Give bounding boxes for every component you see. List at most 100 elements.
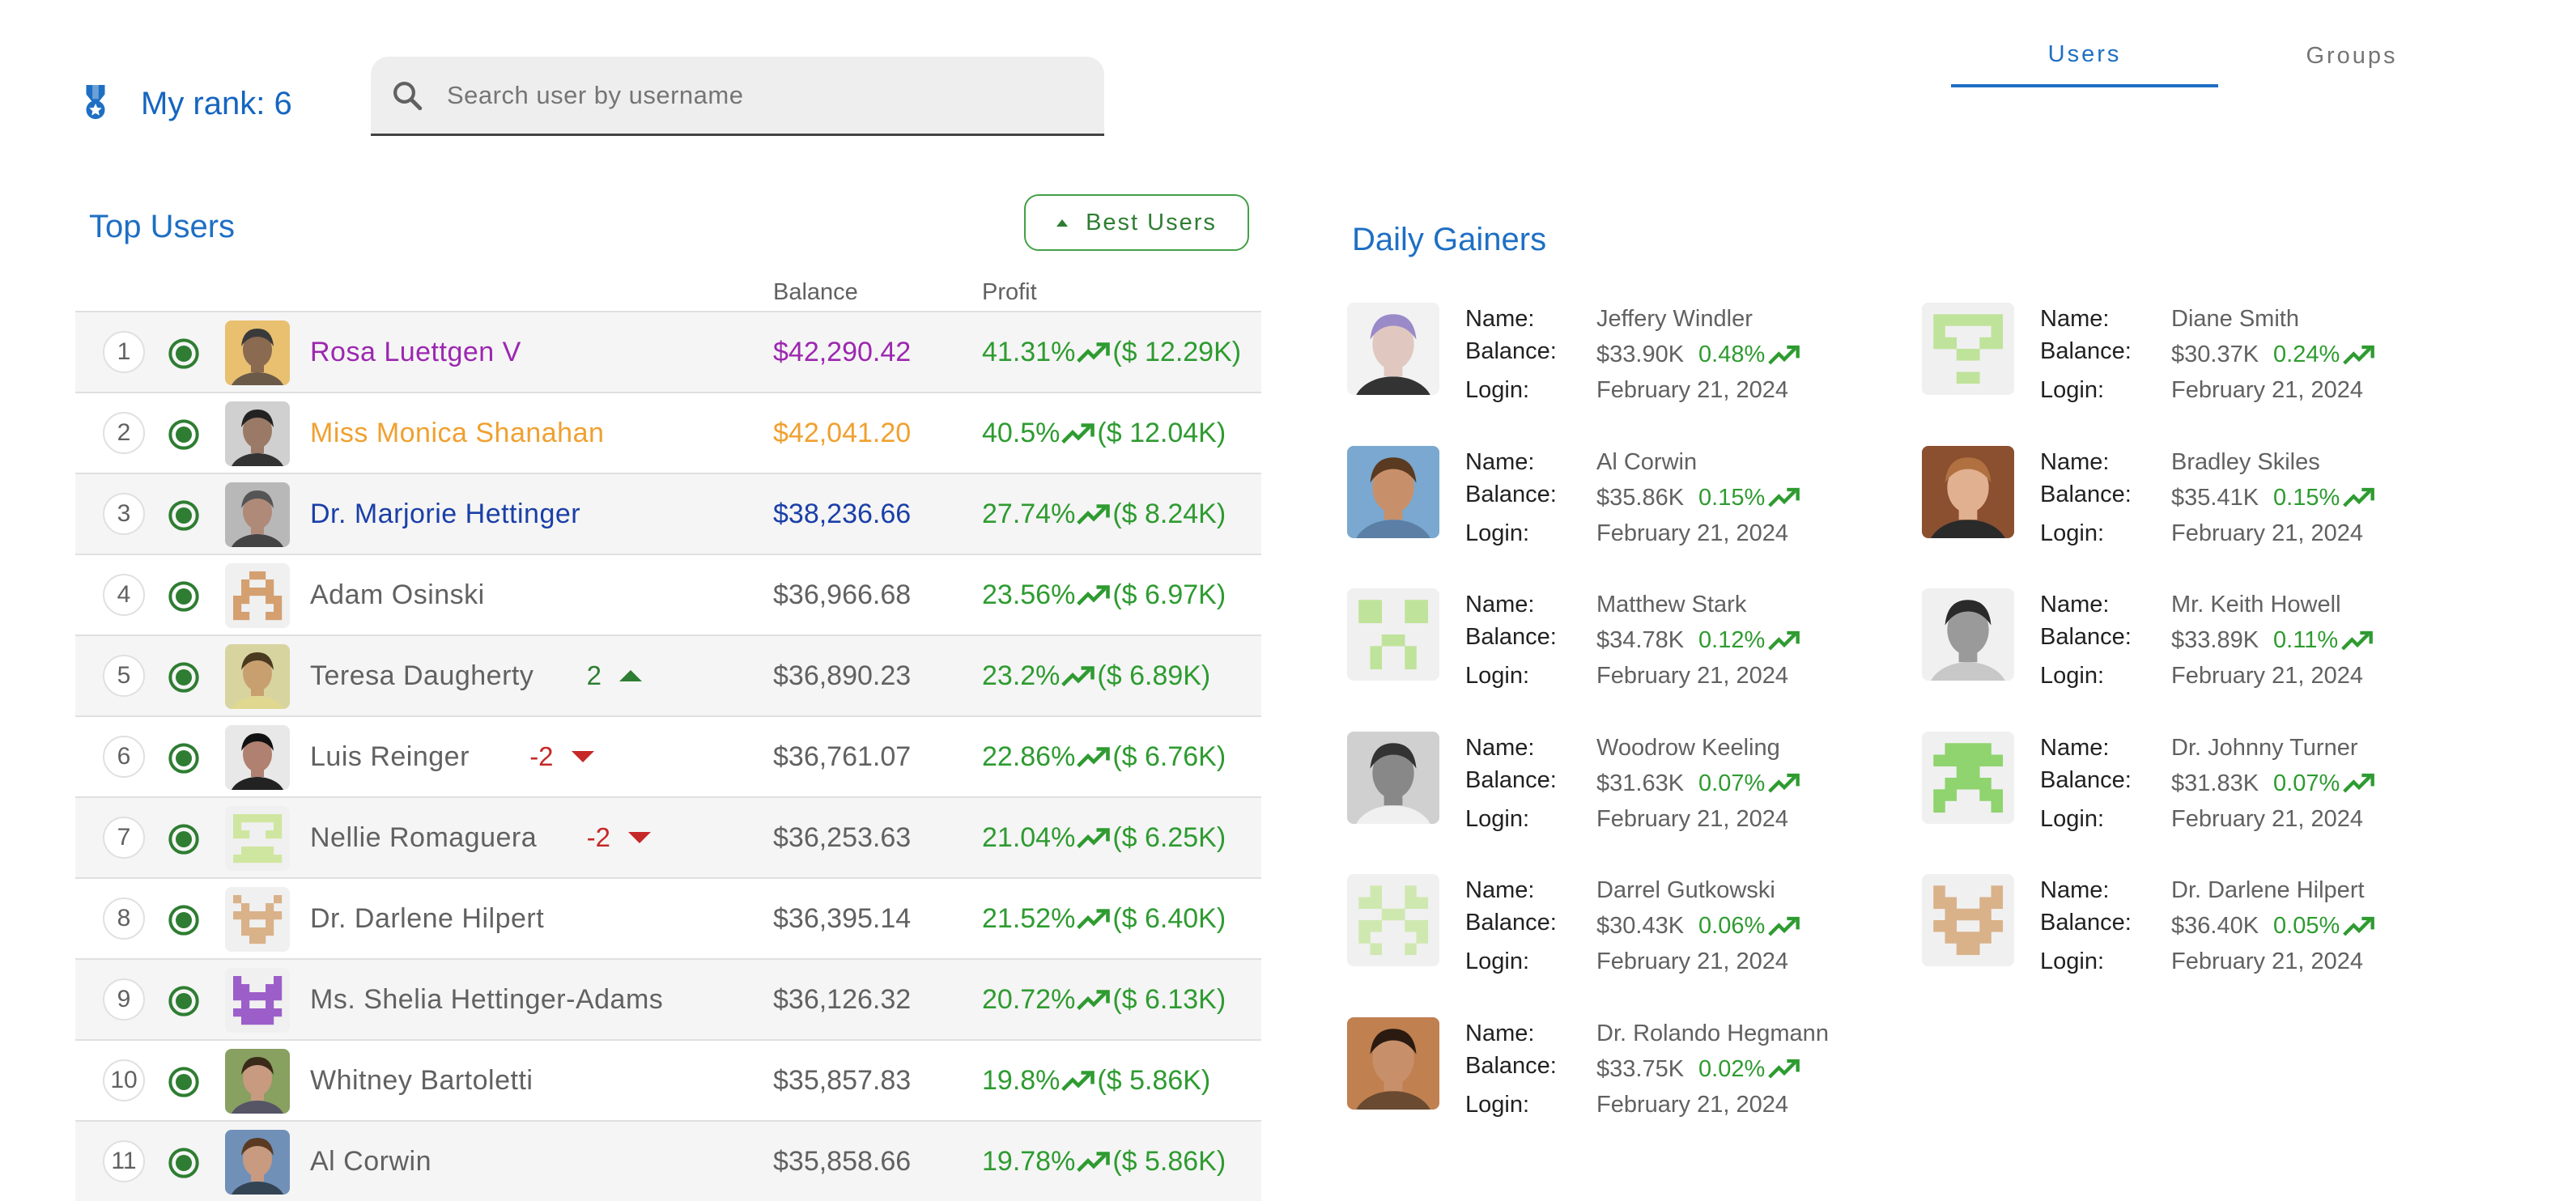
radio-icon[interactable] [168, 418, 200, 451]
profit-percent: 23.56% [982, 579, 1076, 610]
gainer-percent-value: 0.06% [1698, 913, 1766, 939]
profit-amount: ($ 6.97K) [1112, 579, 1226, 610]
radio-icon[interactable] [168, 985, 200, 1017]
user-name[interactable]: Dr. Marjorie Hettinger [310, 499, 580, 530]
gainer-name: Woodrow Keeling [1596, 734, 1780, 761]
user-balance: $42,290.42 [773, 337, 912, 367]
medal-icon [86, 85, 105, 120]
balance-label: Balance: [1465, 1052, 1557, 1079]
gainer-card[interactable]: Name: Balance: Login: Dr. Darlene Hilper… [1922, 874, 2480, 979]
tab-groups[interactable]: Groups [2218, 24, 2485, 87]
radio-icon[interactable] [168, 1147, 200, 1179]
gainer-card[interactable]: Name: Balance: Login: Matthew Stark $34.… [1347, 588, 1906, 694]
gainer-name: Jeffery Windler [1596, 306, 1753, 332]
gainer-card[interactable]: Name: Balance: Login: Bradley Skiles $35… [1922, 445, 2480, 551]
table-row[interactable]: 9 Ms. Shelia Hettinger-Adams $36,126.32 … [75, 958, 1261, 1039]
user-name[interactable]: Miss Monica Shanahan [310, 418, 604, 449]
name-label: Name: [1465, 1020, 1535, 1046]
gainer-balance-value: $36.40K [2171, 913, 2259, 939]
name-label: Name: [1465, 877, 1535, 903]
name-label: Name: [2040, 877, 2110, 903]
best-users-button[interactable]: Best Users [1024, 194, 1249, 251]
login-label: Login: [2040, 663, 2105, 689]
table-row[interactable]: 10 Whitney Bartoletti $35,857.83 19.8% ($… [75, 1039, 1261, 1120]
profit-percent: 22.86% [982, 741, 1076, 772]
balance-label: Balance: [2040, 910, 2132, 936]
radio-icon[interactable] [168, 580, 200, 613]
gainer-login: February 21, 2024 [1596, 805, 1788, 832]
radio-icon[interactable] [168, 337, 200, 370]
radio-icon[interactable] [168, 742, 200, 774]
table-row[interactable]: 4 Adam Osinski $36,966.68 23.56% ($ 6.97K… [75, 554, 1261, 634]
table-row[interactable]: 5 Teresa Daugherty 2 $36,890.23 23.2% ($ … [75, 634, 1261, 715]
balance-label: Balance: [2040, 338, 2132, 364]
gainer-card[interactable]: Name: Balance: Login: Al Corwin $35.86K … [1347, 445, 1906, 551]
gainer-card[interactable]: Name: Balance: Login: Diane Smith $30.37… [1922, 303, 2480, 408]
search-input[interactable] [445, 79, 1080, 111]
tab-users[interactable]: Users [1951, 24, 2218, 87]
radio-icon[interactable] [168, 823, 200, 855]
profit-percent: 23.2% [982, 660, 1061, 691]
gainer-percent-value: 0.15% [2273, 484, 2340, 511]
gainer-percent-value: 0.24% [2273, 342, 2340, 367]
gainer-percent-value: 0.48% [1698, 342, 1766, 367]
profit-percent: 21.52% [982, 903, 1076, 934]
user-balance: $35,858.66 [773, 1146, 912, 1177]
trending-up-icon [1077, 827, 1111, 848]
user-name[interactable]: Adam Osinski [310, 579, 485, 611]
user-name[interactable]: Whitney Bartoletti [310, 1065, 533, 1097]
table-row[interactable]: 2 Miss Monica Shanahan $42,041.20 40.5% (… [75, 392, 1261, 473]
profit-amount: ($ 6.40K) [1112, 903, 1226, 934]
avatar [225, 725, 290, 790]
gainer-percent: 0.48% [1698, 342, 1800, 368]
table-row[interactable]: 8 Dr. Darlene Hilpert $36,395.14 21.52% (… [75, 877, 1261, 958]
search-icon [393, 81, 423, 110]
user-balance: $36,890.23 [773, 660, 912, 691]
gainer-percent: 0.15% [2273, 485, 2375, 511]
trending-up-icon [1077, 1151, 1111, 1172]
gainer-percent: 0.11% [2273, 627, 2374, 654]
gainer-percent-value: 0.11% [2273, 627, 2339, 653]
radio-icon[interactable] [168, 904, 200, 936]
user-profit: 19.78% ($ 5.86K) [982, 1146, 1226, 1178]
daily-gainers-title: Daily Gainers [1352, 222, 1547, 257]
rank-number: 11 [103, 1140, 145, 1182]
profit-amount: ($ 6.13K) [1112, 984, 1226, 1015]
top-users-table: 1 Rosa Luettgen V $42,290.42 41.31% ($ 12… [75, 311, 1261, 1201]
rank-number: 9 [103, 978, 145, 1021]
gainer-card[interactable]: Name: Balance: Login: Woodrow Keeling $3… [1347, 731, 1906, 837]
user-name[interactable]: Dr. Darlene Hilpert [310, 903, 544, 935]
avatar [1347, 303, 1439, 395]
gainer-card[interactable]: Name: Balance: Login: Jeffery Windler $3… [1347, 303, 1906, 408]
table-row[interactable]: 7 Nellie Romaguera -2 $36,253.63 21.04% (… [75, 796, 1261, 877]
trending-up-icon [1077, 989, 1111, 1010]
login-label: Login: [1465, 520, 1530, 546]
user-name[interactable]: Nellie Romaguera [310, 822, 537, 854]
table-row[interactable]: 3 Dr. Marjorie Hettinger $38,236.66 27.7… [75, 473, 1261, 554]
radio-icon[interactable] [168, 1066, 200, 1098]
profit-amount: ($ 12.29K) [1112, 337, 1242, 367]
gainer-card[interactable]: Name: Balance: Login: Mr. Keith Howell $… [1922, 588, 2480, 694]
table-row[interactable]: 11 Al Corwin $35,858.66 19.78% ($ 5.86K) [75, 1120, 1261, 1201]
user-name[interactable]: Al Corwin [310, 1146, 431, 1178]
table-row[interactable]: 6 Luis Reinger -2 $36,761.07 22.86% ($ 6.… [75, 715, 1261, 796]
top-users-title: Top Users [89, 209, 236, 244]
gainer-card[interactable]: Name: Balance: Login: Dr. Johnny Turner … [1922, 731, 2480, 837]
table-row[interactable]: 1 Rosa Luettgen V $42,290.42 41.31% ($ 12… [75, 311, 1261, 392]
balance-label: Balance: [1465, 624, 1557, 650]
avatar [1347, 731, 1439, 824]
trending-up-icon [1768, 345, 1800, 365]
user-name[interactable]: Rosa Luettgen V [310, 337, 521, 368]
rank-change-value: -2 [529, 741, 554, 771]
gainer-percent: 0.24% [2273, 342, 2375, 368]
radio-icon[interactable] [168, 661, 200, 694]
radio-icon[interactable] [168, 499, 200, 532]
user-balance: $36,966.68 [773, 579, 912, 610]
gainer-card[interactable]: Name: Balance: Login: Dr. Rolando Hegman… [1347, 1016, 1906, 1122]
user-name[interactable]: Ms. Shelia Hettinger-Adams [310, 984, 663, 1016]
user-name[interactable]: Luis Reinger [310, 741, 470, 773]
gainer-card[interactable]: Name: Balance: Login: Darrel Gutkowski $… [1347, 874, 1906, 979]
name-label: Name: [1465, 448, 1535, 475]
user-name[interactable]: Teresa Daugherty [310, 660, 533, 692]
search-bar[interactable] [371, 57, 1104, 136]
